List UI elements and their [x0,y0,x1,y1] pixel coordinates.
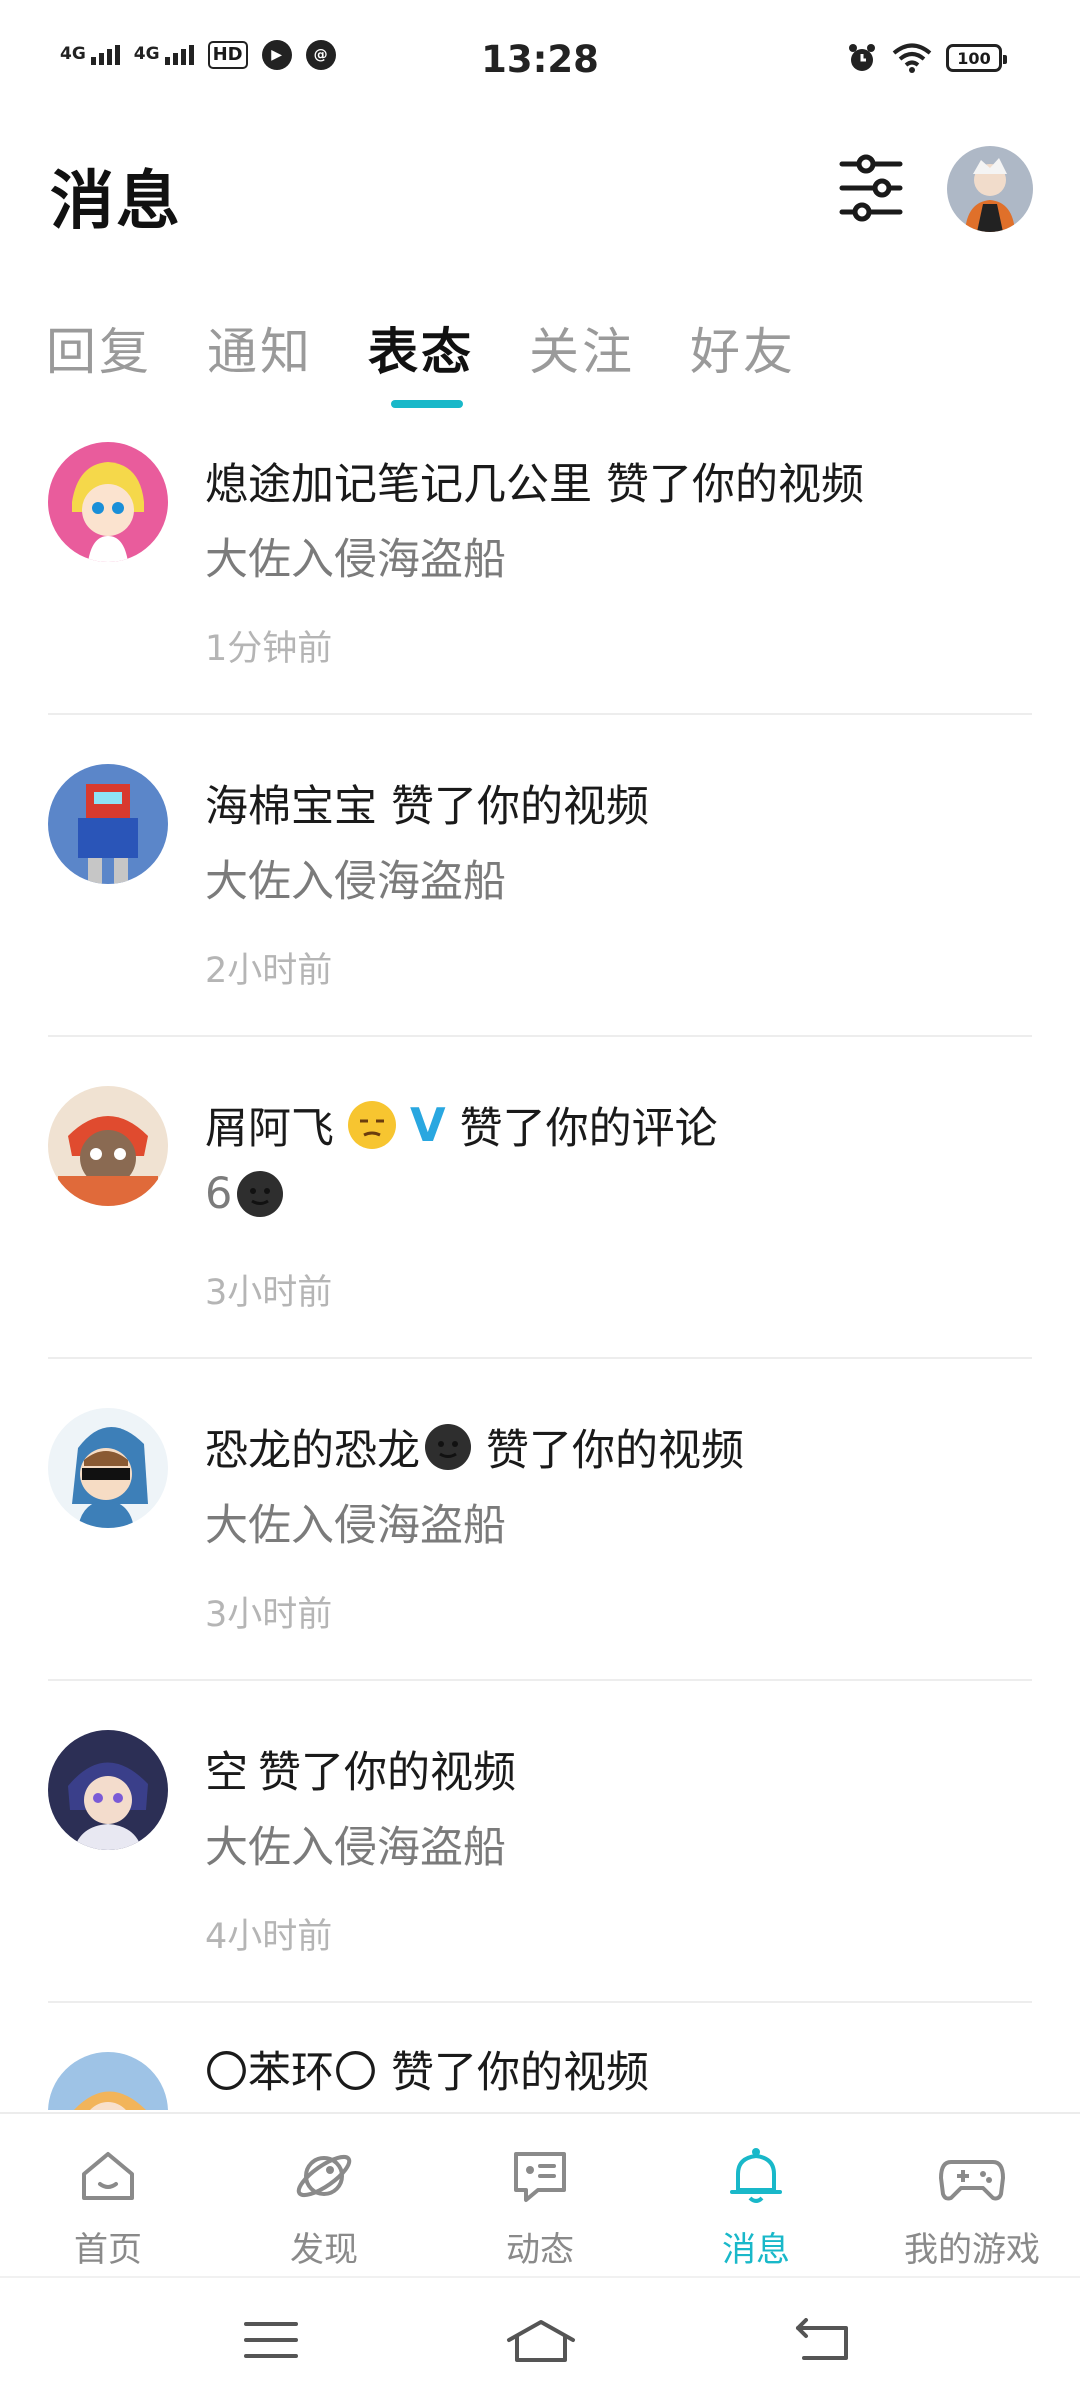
back-icon[interactable] [794,2318,850,2364]
avatar-image [48,442,168,562]
content-preview[interactable]: 6 [205,1169,232,1219]
user-name[interactable]: 海棉宝宝 [205,772,377,834]
planet-icon [296,2154,352,2198]
list-item[interactable]: 海棉宝宝 赞了你的视频 大佐入侵海盗船 2小时前 [0,752,1080,1074]
timestamp: 1分钟前 [205,629,333,669]
nav-discover[interactable]: 发现 [216,2114,432,2274]
active-tab-indicator [391,400,463,408]
avatar[interactable] [48,764,168,884]
avatar[interactable] [48,442,168,562]
nav-label: 首页 [74,2230,142,2270]
avatar-image [48,1086,168,1206]
user-name[interactable]: 空 [205,1738,248,1800]
home-icon [82,2152,134,2200]
alarm-icon [849,44,875,71]
avatar-image [947,146,1033,232]
list-item[interactable]: 屑阿飞 V 赞了你的评论 6 3小时前 [0,1074,1080,1396]
content-preview[interactable]: 大佐入侵海盗船 [205,525,506,587]
nav-label: 消息 [722,2230,790,2270]
avatar-image [48,1730,168,1850]
tab-follows[interactable]: 关注 [529,312,635,384]
divider [48,713,1032,715]
battery-icon: 100 [946,44,1007,72]
user-avatar[interactable] [947,146,1033,232]
list-item[interactable]: 熄途加记笔记几公里 赞了你的视频 大佐入侵海盗船 1分钟前 [0,430,1080,752]
sliders-icon [839,154,903,222]
user-name[interactable]: 熄途加记笔记几公里 [205,450,592,512]
divider [48,1357,1032,1359]
user-name[interactable]: 屑阿飞 [205,1094,334,1156]
chat-card-icon [514,2152,566,2202]
avatar[interactable] [48,1086,168,1206]
list-item[interactable]: 恐龙的恐龙 赞了你的视频 大佐入侵海盗船 3小时前 [0,1396,1080,1718]
nav-my-games[interactable]: 我的游戏 [864,2114,1080,2274]
timestamp: 3小时前 [205,1273,333,1313]
unamused-emoji-icon [348,1101,396,1149]
content-preview[interactable]: 大佐入侵海盗船 [205,1491,506,1553]
dark-moon-emoji-icon [236,1170,284,1218]
nav-label: 我的游戏 [904,2230,1040,2270]
action-text: 赞了你的视频 [258,1748,516,1798]
divider [48,1035,1032,1037]
content-preview[interactable]: 大佐入侵海盗船 [205,1813,506,1875]
nav-messages[interactable]: 消息 [648,2114,864,2274]
user-name[interactable]: 〇苯环〇 [205,2038,377,2100]
timestamp: 4小时前 [205,1917,333,1957]
nav-home[interactable]: 首页 [0,2114,216,2274]
tab-friends[interactable]: 好友 [690,312,796,384]
action-text: 赞了你的视频 [486,1426,744,1476]
avatar[interactable] [48,1408,168,1528]
verified-v-icon: V [410,1098,446,1152]
tab-notifications[interactable]: 通知 [207,312,313,384]
divider [48,1679,1032,1681]
divider [48,2001,1032,2003]
nav-feed[interactable]: 动态 [432,2114,648,2274]
status-bar: 4G 4G HD ▶ @ 13:28 100 [0,0,1080,124]
content-preview[interactable]: 大佐入侵海盗船 [205,847,506,909]
gamepad-icon [939,2160,1005,2201]
filter-button[interactable] [836,150,906,226]
tab-replies[interactable]: 回复 [46,312,152,384]
avatar-image [48,2052,168,2110]
system-navigation-bar [0,2276,1080,2400]
action-text: 赞了你的视频 [391,782,649,832]
menu-icon[interactable] [244,2318,298,2362]
nav-label: 动态 [506,2230,574,2270]
avatar-image [48,1408,168,1528]
page-title: 消息 [50,165,182,239]
bottom-navigation: 首页 发现 动态 消息 我的游戏 [0,2112,1080,2274]
bell-icon [730,2148,782,2203]
wifi-icon [892,43,932,73]
tab-reactions[interactable]: 表态 [368,312,474,384]
action-text: 赞了你的视频 [606,460,864,510]
user-name[interactable]: 恐龙的恐龙 [205,1416,420,1478]
nav-label: 发现 [290,2230,358,2270]
avatar-image [48,764,168,884]
list-item[interactable]: 〇苯环〇 赞了你的视频 [0,2040,1080,2110]
timestamp: 2小时前 [205,951,333,991]
action-text: 赞了你的视频 [391,2048,649,2098]
action-text: 赞了你的评论 [459,1104,718,1154]
message-tabs: 回复 通知 表态 关注 好友 [46,312,796,384]
timestamp: 3小时前 [205,1595,333,1635]
list-item[interactable]: 空 赞了你的视频 大佐入侵海盗船 4小时前 [0,1718,1080,2040]
dark-moon-emoji-icon [424,1423,472,1471]
avatar[interactable] [48,2052,168,2110]
avatar[interactable] [48,1730,168,1850]
home-gesture-icon[interactable] [505,2318,577,2364]
notification-list: 熄途加记笔记几公里 赞了你的视频 大佐入侵海盗船 1分钟前 海棉宝宝 赞了你的视… [0,430,1080,2110]
